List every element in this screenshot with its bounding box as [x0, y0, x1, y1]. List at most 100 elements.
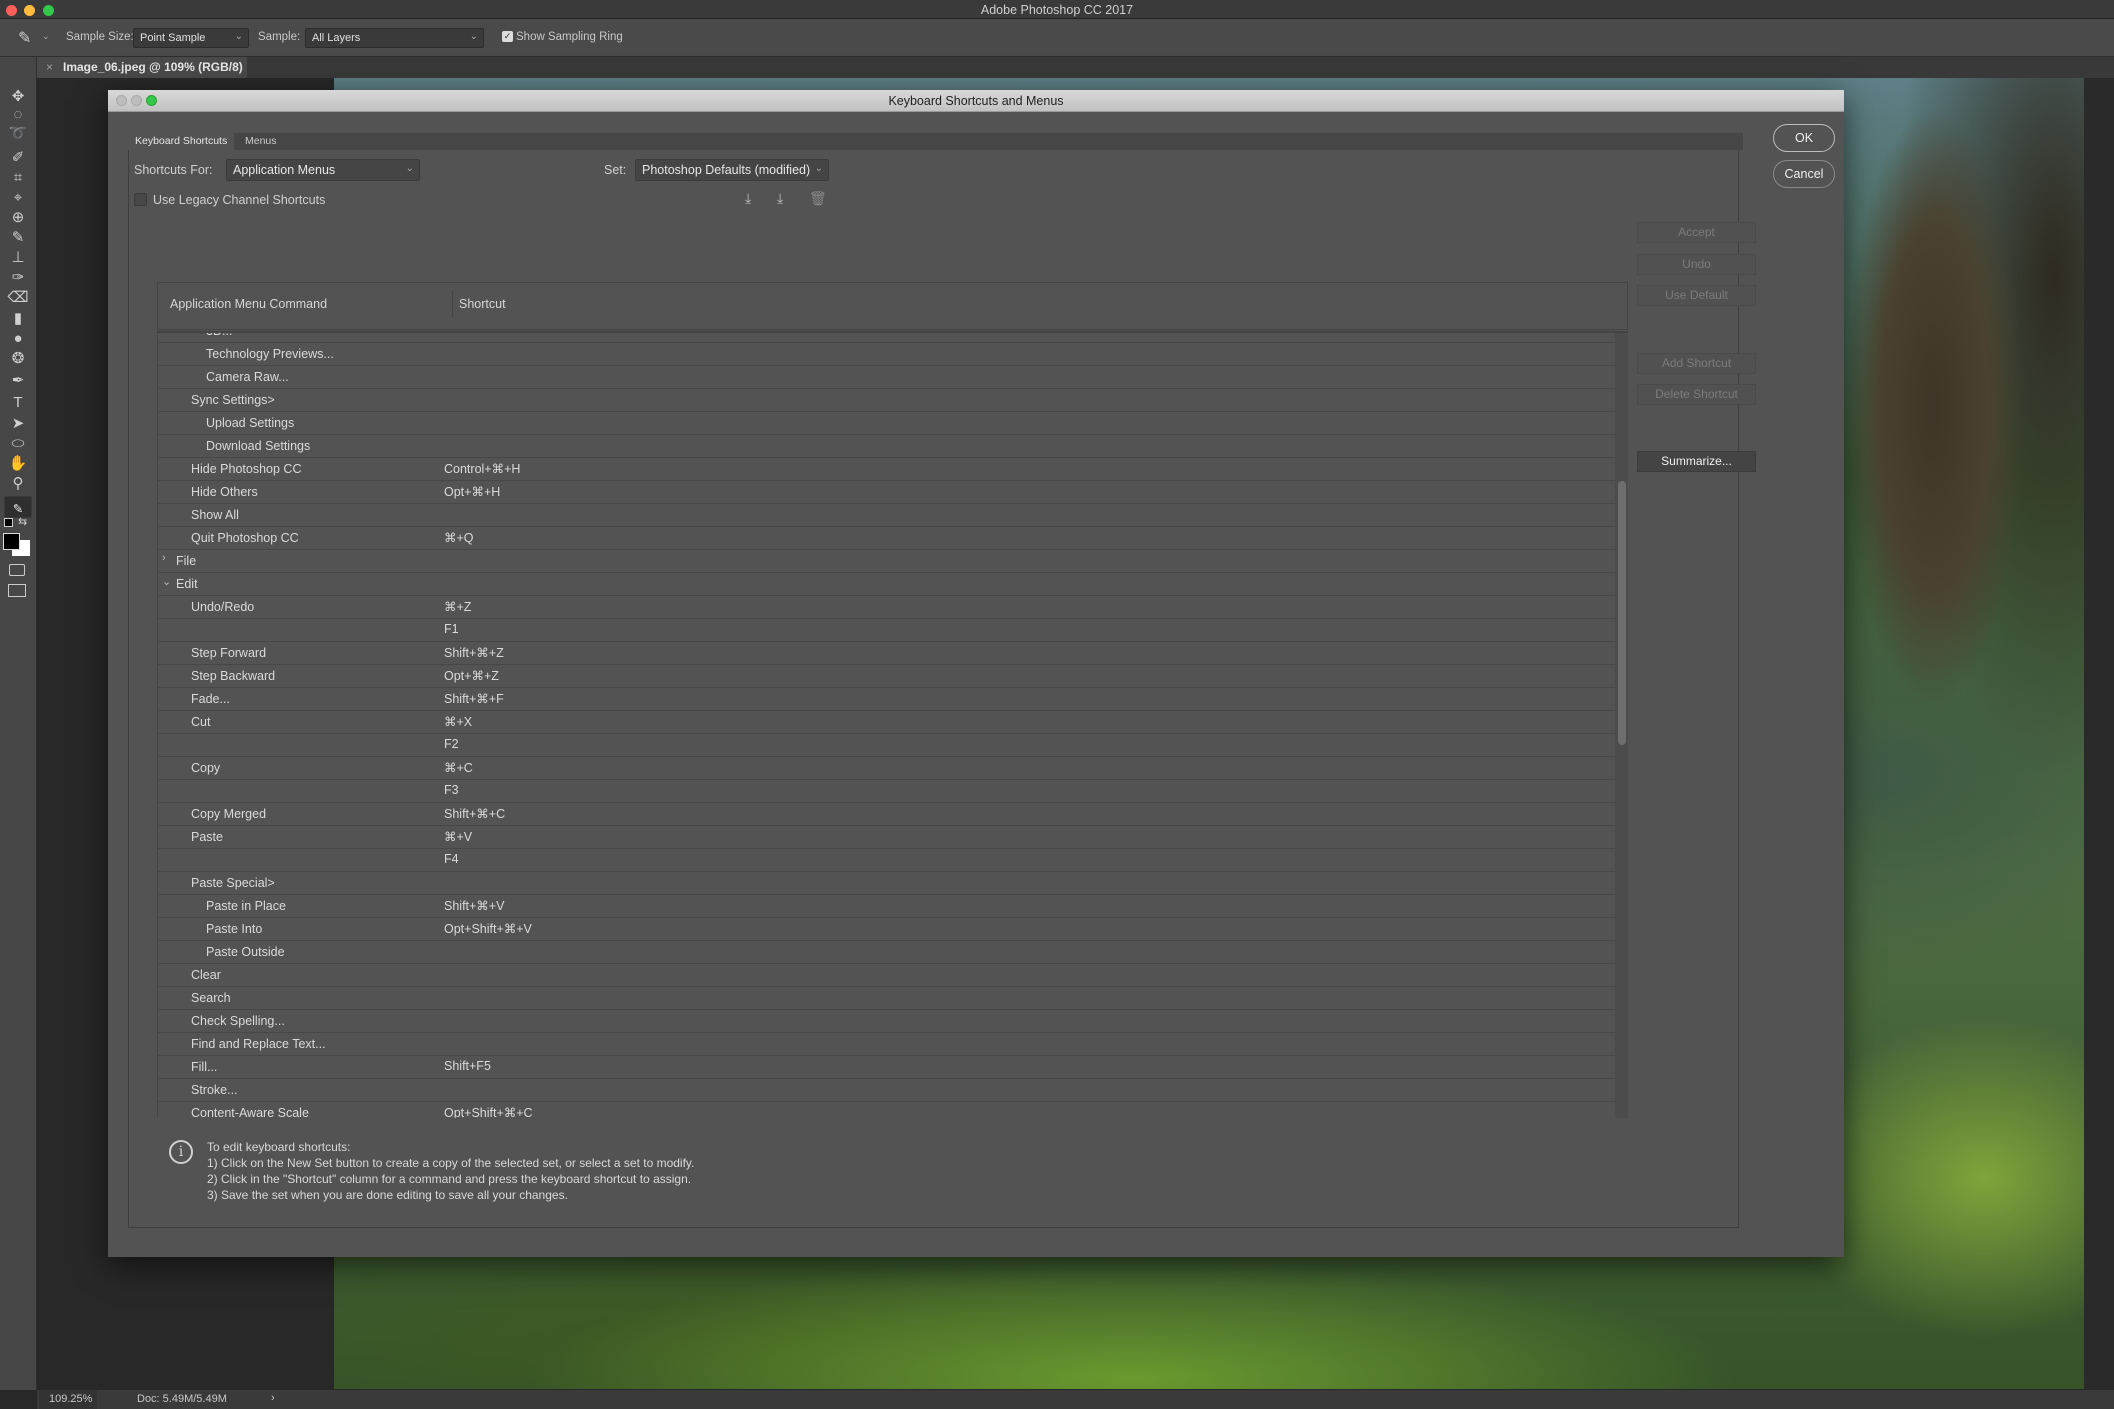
shortcuts-for-select[interactable]: Application Menus ⌄ — [226, 159, 420, 181]
ok-button[interactable]: OK — [1773, 124, 1835, 152]
table-row[interactable]: Paste Outside — [158, 941, 1615, 964]
delete-set-icon[interactable]: 🗑 — [809, 190, 827, 207]
shortcut-value[interactable]: Opt+Shift+⌘+C — [444, 1105, 533, 1118]
tab-menus[interactable]: Menus — [238, 133, 284, 150]
table-row[interactable]: Step Forward Shift+⌘+Z — [158, 642, 1615, 665]
cancel-button[interactable]: Cancel — [1773, 160, 1835, 188]
table-row[interactable]: Hide Photoshop CC Control+⌘+H — [158, 458, 1615, 481]
table-row[interactable]: Paste Into Opt+Shift+⌘+V — [158, 918, 1615, 941]
scrollbar-thumb[interactable] — [1618, 481, 1626, 745]
pen-icon[interactable]: ✒ — [4, 371, 32, 390]
quick-selection-icon[interactable]: ✐ — [4, 148, 32, 167]
clone-stamp-icon[interactable]: ⊥ — [4, 248, 32, 267]
chevron-down-icon[interactable]: ⌄ — [42, 31, 50, 42]
delete-shortcut-button[interactable]: Delete Shortcut — [1637, 384, 1756, 405]
zoom-level-field[interactable]: 109.25% — [39, 1390, 97, 1409]
dodge-icon[interactable]: ❂ — [4, 349, 32, 368]
table-row[interactable]: Paste Special> — [158, 872, 1615, 895]
set-select[interactable]: Photoshop Defaults (modified) ⌄ — [635, 159, 829, 181]
shortcut-value[interactable]: ⌘+C — [444, 760, 473, 775]
table-row[interactable]: 3D... — [158, 333, 1615, 343]
vertical-scrollbar[interactable] — [1615, 333, 1628, 1118]
table-row[interactable]: Clear — [158, 964, 1615, 987]
shortcut-value[interactable]: F1 — [444, 622, 459, 636]
shortcut-value[interactable]: Opt+Shift+⌘+V — [444, 921, 532, 936]
type-icon[interactable]: T — [4, 393, 32, 412]
status-menu-arrow-icon[interactable]: › — [271, 1392, 275, 1404]
table-row[interactable]: Fill... Shift+F5 — [158, 1056, 1615, 1079]
table-row[interactable]: Download Settings — [158, 435, 1615, 458]
sample-size-select[interactable]: Point Sample ⌄ — [133, 28, 249, 48]
shortcut-value[interactable]: Shift+F5 — [444, 1059, 491, 1073]
table-row[interactable]: Quit Photoshop CC ⌘+Q — [158, 527, 1615, 550]
blur-icon[interactable]: ● — [4, 329, 32, 348]
shortcut-value[interactable]: F3 — [444, 783, 459, 797]
show-sampling-ring-checkbox[interactable]: ✓ — [502, 31, 513, 42]
sample-select[interactable]: All Layers ⌄ — [305, 28, 484, 48]
swap-colors-icon[interactable]: ⇆ — [18, 515, 27, 528]
shortcut-value[interactable]: Control+⌘+H — [444, 461, 520, 476]
table-row[interactable]: Search — [158, 987, 1615, 1010]
table-row[interactable]: F4 — [158, 849, 1615, 872]
history-brush-icon[interactable]: ✑ — [4, 268, 32, 287]
table-row[interactable]: Find and Replace Text... — [158, 1033, 1615, 1056]
table-row[interactable]: Step Backward Opt+⌘+Z — [158, 665, 1615, 688]
table-row[interactable]: F1 — [158, 619, 1615, 642]
summarize-button[interactable]: Summarize... — [1637, 451, 1756, 472]
marquee-icon[interactable]: ◌ — [4, 105, 32, 124]
screen-mode-icon[interactable] — [8, 584, 26, 597]
crop-icon[interactable]: ⌗ — [4, 168, 32, 187]
column-header-shortcut[interactable]: Shortcut — [459, 297, 506, 311]
undo-button[interactable]: Undo — [1637, 254, 1756, 275]
new-set-icon[interactable]: ⤓ — [777, 190, 783, 207]
shortcut-value[interactable]: ⌘+X — [444, 714, 472, 729]
use-default-button[interactable]: Use Default — [1637, 285, 1756, 306]
shortcut-value[interactable]: Shift+⌘+V — [444, 898, 504, 913]
table-row[interactable]: F2 — [158, 734, 1615, 757]
dialog-title-bar[interactable]: Keyboard Shortcuts and Menus — [108, 90, 1844, 112]
gradient-icon[interactable]: ▮ — [4, 309, 32, 328]
table-row[interactable]: Show All — [158, 504, 1615, 527]
chevron-down-icon[interactable]: ⌄ — [162, 575, 171, 588]
shortcut-value[interactable]: F4 — [444, 852, 459, 866]
quick-mask-icon[interactable] — [9, 564, 25, 576]
document-tab[interactable]: × Image_06.jpeg @ 109% (RGB/8) — [37, 57, 247, 78]
table-row[interactable]: Hide Others Opt+⌘+H — [158, 481, 1615, 504]
table-row[interactable]: Paste ⌘+V — [158, 826, 1615, 849]
shortcut-value[interactable]: ⌘+Q — [444, 530, 474, 545]
move-icon[interactable]: ✥ — [4, 87, 32, 106]
table-row[interactable]: Check Spelling... — [158, 1010, 1615, 1033]
brush-icon[interactable]: ✎ — [4, 228, 32, 247]
save-set-icon[interactable]: ⤓ — [745, 190, 751, 207]
table-row[interactable]: Sync Settings> — [158, 389, 1615, 412]
eraser-icon[interactable]: ⌫ — [4, 288, 32, 307]
column-header-command[interactable]: Application Menu Command — [170, 297, 327, 311]
path-selection-icon[interactable]: ➤ — [4, 414, 32, 433]
table-row[interactable]: Paste in Place Shift+⌘+V — [158, 895, 1615, 918]
hand-icon[interactable]: ✋ — [4, 454, 32, 473]
foreground-color-swatch[interactable] — [3, 533, 20, 550]
add-shortcut-button[interactable]: Add Shortcut — [1637, 353, 1756, 374]
shortcut-value[interactable]: ⌘+Z — [444, 599, 471, 614]
table-row[interactable]: Copy Merged Shift+⌘+C — [158, 803, 1615, 826]
shortcut-value[interactable]: Opt+⌘+H — [444, 484, 500, 499]
table-row[interactable]: Technology Previews... — [158, 343, 1615, 366]
table-row[interactable]: › File — [158, 550, 1615, 573]
shortcut-value[interactable]: Shift+⌘+F — [444, 691, 504, 706]
column-divider[interactable] — [452, 291, 453, 317]
accept-button[interactable]: Accept — [1637, 222, 1756, 243]
shortcut-value[interactable]: Shift+⌘+Z — [444, 645, 504, 660]
shortcut-value[interactable]: F2 — [444, 737, 459, 751]
shortcut-value[interactable]: Shift+⌘+C — [444, 806, 505, 821]
close-tab-icon[interactable]: × — [46, 60, 53, 74]
lasso-icon[interactable]: ➰ — [4, 124, 32, 143]
table-row[interactable]: F3 — [158, 780, 1615, 803]
table-row[interactable]: Cut ⌘+X — [158, 711, 1615, 734]
default-colors-icon[interactable] — [4, 518, 13, 527]
shortcut-value[interactable]: ⌘+V — [444, 829, 472, 844]
table-row[interactable]: Copy ⌘+C — [158, 757, 1615, 780]
table-row[interactable]: Stroke... — [158, 1079, 1615, 1102]
shortcut-value[interactable]: Opt+⌘+Z — [444, 668, 499, 683]
ellipse-icon[interactable]: ⬭ — [4, 434, 32, 453]
table-row[interactable]: Fade... Shift+⌘+F — [158, 688, 1615, 711]
